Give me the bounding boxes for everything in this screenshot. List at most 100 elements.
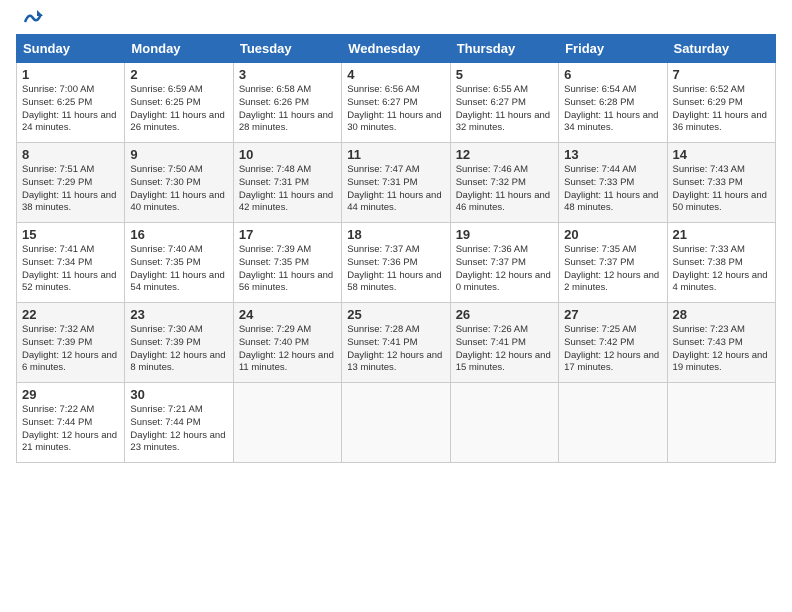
day-info: Sunrise: 7:36 AM Sunset: 7:37 PM Dayligh… xyxy=(456,244,553,295)
calendar-week-row: 8 Sunrise: 7:51 AM Sunset: 7:29 PM Dayli… xyxy=(17,143,776,223)
day-number: 29 xyxy=(22,387,119,402)
day-info: Sunrise: 6:54 AM Sunset: 6:28 PM Dayligh… xyxy=(564,84,661,135)
day-number: 2 xyxy=(130,67,227,82)
calendar-week-row: 29 Sunrise: 7:22 AM Sunset: 7:44 PM Dayl… xyxy=(17,383,776,463)
col-header-saturday: Saturday xyxy=(667,35,775,63)
day-number: 17 xyxy=(239,227,336,242)
day-info: Sunrise: 7:33 AM Sunset: 7:38 PM Dayligh… xyxy=(673,244,770,295)
day-number: 21 xyxy=(673,227,770,242)
col-header-wednesday: Wednesday xyxy=(342,35,450,63)
calendar-table: SundayMondayTuesdayWednesdayThursdayFrid… xyxy=(16,34,776,463)
calendar-cell: 5 Sunrise: 6:55 AM Sunset: 6:27 PM Dayli… xyxy=(450,63,558,143)
day-number: 27 xyxy=(564,307,661,322)
calendar-cell: 11 Sunrise: 7:47 AM Sunset: 7:31 PM Dayl… xyxy=(342,143,450,223)
calendar-cell: 20 Sunrise: 7:35 AM Sunset: 7:37 PM Dayl… xyxy=(559,223,667,303)
day-number: 24 xyxy=(239,307,336,322)
calendar-cell: 16 Sunrise: 7:40 AM Sunset: 7:35 PM Dayl… xyxy=(125,223,233,303)
day-info: Sunrise: 6:59 AM Sunset: 6:25 PM Dayligh… xyxy=(130,84,227,135)
day-number: 26 xyxy=(456,307,553,322)
day-info: Sunrise: 7:22 AM Sunset: 7:44 PM Dayligh… xyxy=(22,404,119,455)
calendar-cell: 7 Sunrise: 6:52 AM Sunset: 6:29 PM Dayli… xyxy=(667,63,775,143)
day-number: 22 xyxy=(22,307,119,322)
col-header-monday: Monday xyxy=(125,35,233,63)
day-info: Sunrise: 7:26 AM Sunset: 7:41 PM Dayligh… xyxy=(456,324,553,375)
calendar-cell: 12 Sunrise: 7:46 AM Sunset: 7:32 PM Dayl… xyxy=(450,143,558,223)
day-info: Sunrise: 6:55 AM Sunset: 6:27 PM Dayligh… xyxy=(456,84,553,135)
day-info: Sunrise: 7:37 AM Sunset: 7:36 PM Dayligh… xyxy=(347,244,444,295)
day-info: Sunrise: 7:28 AM Sunset: 7:41 PM Dayligh… xyxy=(347,324,444,375)
calendar-cell: 24 Sunrise: 7:29 AM Sunset: 7:40 PM Dayl… xyxy=(233,303,341,383)
calendar-header-row: SundayMondayTuesdayWednesdayThursdayFrid… xyxy=(17,35,776,63)
day-number: 8 xyxy=(22,147,119,162)
day-number: 10 xyxy=(239,147,336,162)
day-info: Sunrise: 7:00 AM Sunset: 6:25 PM Dayligh… xyxy=(22,84,119,135)
day-info: Sunrise: 7:44 AM Sunset: 7:33 PM Dayligh… xyxy=(564,164,661,215)
calendar-cell: 9 Sunrise: 7:50 AM Sunset: 7:30 PM Dayli… xyxy=(125,143,233,223)
day-info: Sunrise: 7:29 AM Sunset: 7:40 PM Dayligh… xyxy=(239,324,336,375)
calendar-cell xyxy=(233,383,341,463)
day-number: 23 xyxy=(130,307,227,322)
col-header-tuesday: Tuesday xyxy=(233,35,341,63)
day-info: Sunrise: 7:47 AM Sunset: 7:31 PM Dayligh… xyxy=(347,164,444,215)
logo-area: General Blue xyxy=(16,16,43,26)
calendar-week-row: 22 Sunrise: 7:32 AM Sunset: 7:39 PM Dayl… xyxy=(17,303,776,383)
calendar-cell: 3 Sunrise: 6:58 AM Sunset: 6:26 PM Dayli… xyxy=(233,63,341,143)
day-info: Sunrise: 7:40 AM Sunset: 7:35 PM Dayligh… xyxy=(130,244,227,295)
calendar-cell: 1 Sunrise: 7:00 AM Sunset: 6:25 PM Dayli… xyxy=(17,63,125,143)
calendar-week-row: 1 Sunrise: 7:00 AM Sunset: 6:25 PM Dayli… xyxy=(17,63,776,143)
day-info: Sunrise: 6:56 AM Sunset: 6:27 PM Dayligh… xyxy=(347,84,444,135)
calendar-cell: 4 Sunrise: 6:56 AM Sunset: 6:27 PM Dayli… xyxy=(342,63,450,143)
day-info: Sunrise: 7:21 AM Sunset: 7:44 PM Dayligh… xyxy=(130,404,227,455)
calendar-cell xyxy=(559,383,667,463)
day-number: 19 xyxy=(456,227,553,242)
day-info: Sunrise: 7:25 AM Sunset: 7:42 PM Dayligh… xyxy=(564,324,661,375)
day-number: 7 xyxy=(673,67,770,82)
calendar-cell: 28 Sunrise: 7:23 AM Sunset: 7:43 PM Dayl… xyxy=(667,303,775,383)
day-number: 4 xyxy=(347,67,444,82)
day-info: Sunrise: 7:51 AM Sunset: 7:29 PM Dayligh… xyxy=(22,164,119,215)
day-info: Sunrise: 7:43 AM Sunset: 7:33 PM Dayligh… xyxy=(673,164,770,215)
calendar-cell xyxy=(450,383,558,463)
calendar-cell: 17 Sunrise: 7:39 AM Sunset: 7:35 PM Dayl… xyxy=(233,223,341,303)
day-number: 16 xyxy=(130,227,227,242)
calendar-cell xyxy=(667,383,775,463)
day-info: Sunrise: 7:32 AM Sunset: 7:39 PM Dayligh… xyxy=(22,324,119,375)
day-number: 30 xyxy=(130,387,227,402)
day-info: Sunrise: 7:39 AM Sunset: 7:35 PM Dayligh… xyxy=(239,244,336,295)
day-number: 9 xyxy=(130,147,227,162)
day-info: Sunrise: 7:41 AM Sunset: 7:34 PM Dayligh… xyxy=(22,244,119,295)
col-header-thursday: Thursday xyxy=(450,35,558,63)
day-info: Sunrise: 7:46 AM Sunset: 7:32 PM Dayligh… xyxy=(456,164,553,215)
calendar-cell: 13 Sunrise: 7:44 AM Sunset: 7:33 PM Dayl… xyxy=(559,143,667,223)
day-number: 5 xyxy=(456,67,553,82)
day-info: Sunrise: 6:52 AM Sunset: 6:29 PM Dayligh… xyxy=(673,84,770,135)
day-number: 3 xyxy=(239,67,336,82)
calendar-cell: 22 Sunrise: 7:32 AM Sunset: 7:39 PM Dayl… xyxy=(17,303,125,383)
calendar-cell: 25 Sunrise: 7:28 AM Sunset: 7:41 PM Dayl… xyxy=(342,303,450,383)
calendar-cell: 29 Sunrise: 7:22 AM Sunset: 7:44 PM Dayl… xyxy=(17,383,125,463)
calendar-cell: 15 Sunrise: 7:41 AM Sunset: 7:34 PM Dayl… xyxy=(17,223,125,303)
day-number: 20 xyxy=(564,227,661,242)
calendar-cell: 8 Sunrise: 7:51 AM Sunset: 7:29 PM Dayli… xyxy=(17,143,125,223)
day-info: Sunrise: 7:23 AM Sunset: 7:43 PM Dayligh… xyxy=(673,324,770,375)
header: General Blue xyxy=(16,16,776,26)
calendar-cell: 14 Sunrise: 7:43 AM Sunset: 7:33 PM Dayl… xyxy=(667,143,775,223)
day-info: Sunrise: 7:35 AM Sunset: 7:37 PM Dayligh… xyxy=(564,244,661,295)
calendar-cell: 2 Sunrise: 6:59 AM Sunset: 6:25 PM Dayli… xyxy=(125,63,233,143)
day-number: 28 xyxy=(673,307,770,322)
logo-wave-icon xyxy=(21,8,43,26)
day-number: 13 xyxy=(564,147,661,162)
day-number: 6 xyxy=(564,67,661,82)
col-header-sunday: Sunday xyxy=(17,35,125,63)
calendar-cell: 19 Sunrise: 7:36 AM Sunset: 7:37 PM Dayl… xyxy=(450,223,558,303)
day-number: 25 xyxy=(347,307,444,322)
calendar-cell: 26 Sunrise: 7:26 AM Sunset: 7:41 PM Dayl… xyxy=(450,303,558,383)
col-header-friday: Friday xyxy=(559,35,667,63)
calendar-cell xyxy=(342,383,450,463)
calendar-cell: 6 Sunrise: 6:54 AM Sunset: 6:28 PM Dayli… xyxy=(559,63,667,143)
calendar-cell: 10 Sunrise: 7:48 AM Sunset: 7:31 PM Dayl… xyxy=(233,143,341,223)
day-info: Sunrise: 7:50 AM Sunset: 7:30 PM Dayligh… xyxy=(130,164,227,215)
day-number: 18 xyxy=(347,227,444,242)
day-number: 14 xyxy=(673,147,770,162)
calendar-cell: 21 Sunrise: 7:33 AM Sunset: 7:38 PM Dayl… xyxy=(667,223,775,303)
